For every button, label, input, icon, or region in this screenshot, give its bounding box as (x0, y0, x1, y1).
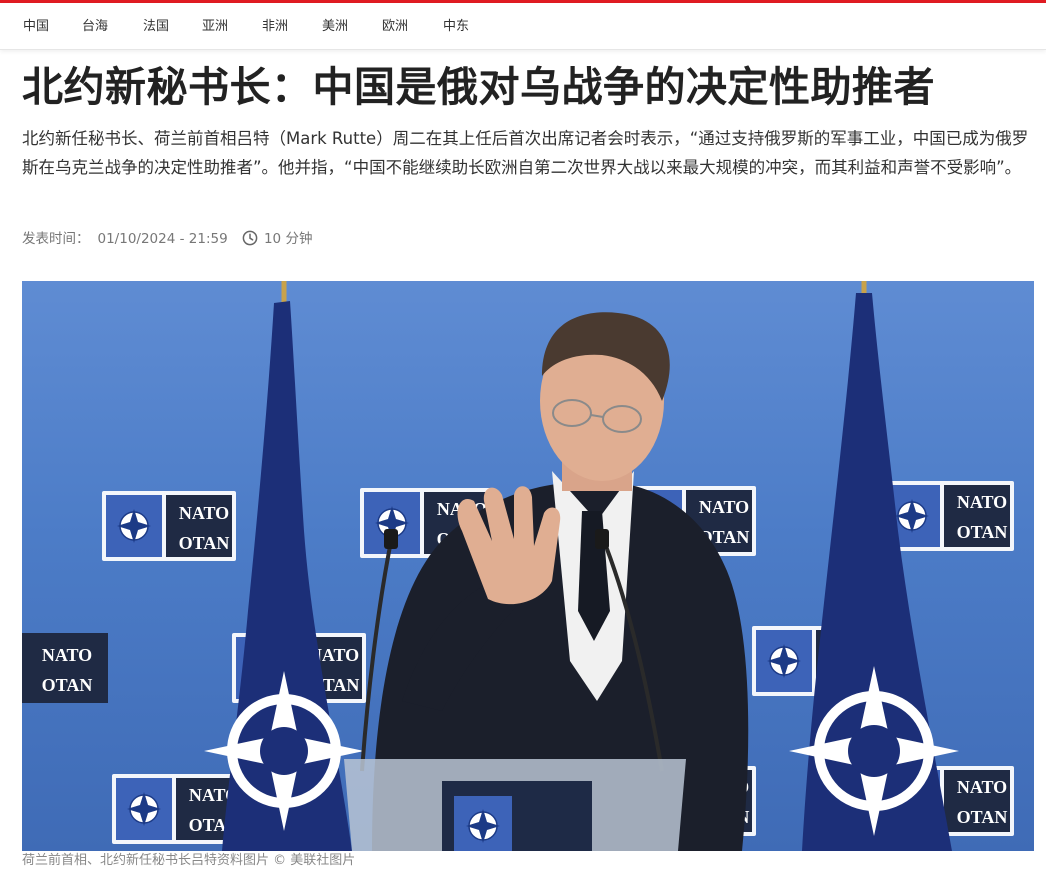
podium (344, 759, 686, 851)
published-time: 01/10/2024 - 21:59 (97, 231, 228, 247)
nav-item-asia[interactable]: 亚洲 (202, 18, 228, 36)
article-headline: 北约新秘书长：中国是俄对乌战争的决定性助推者 (22, 63, 935, 111)
article-meta: 发表时间： 01/10/2024 - 21:59 10 分钟 (22, 229, 312, 249)
nato-flag-right (789, 281, 959, 851)
svg-text:OTAN: OTAN (42, 675, 93, 695)
svg-text:NATO: NATO (957, 492, 1007, 512)
svg-text:NATO: NATO (179, 503, 229, 523)
svg-text:NATO: NATO (42, 645, 92, 665)
nav-item-china[interactable]: 中国 (23, 18, 49, 36)
svg-text:NATO: NATO (699, 497, 749, 517)
svg-text:OTAN: OTAN (957, 807, 1008, 827)
nato-sign: NATO OTAN (880, 481, 1014, 551)
article-photo: NATO OTAN NATO OTAN NATO OTAN NATO OTAN … (22, 281, 1034, 851)
article-lede: 北约新任秘书长、荷兰前首相吕特（Mark Rutte）周二在其上任后首次出席记者… (22, 129, 1029, 177)
svg-text:OTAN: OTAN (957, 522, 1008, 542)
nato-sign: NATO OTAN (102, 491, 236, 561)
nav-item-taiwan-strait[interactable]: 台海 (82, 18, 108, 36)
nav-item-africa[interactable]: 非洲 (262, 18, 288, 36)
photo-caption: 荷兰前首相、北约新任秘书长吕特资料图片 © 美联社图片 (22, 853, 356, 868)
nato-flag-left (204, 281, 364, 851)
published-label: 发表时间： (22, 231, 90, 247)
nav-item-europe[interactable]: 欧洲 (382, 18, 408, 36)
clock-icon (242, 230, 258, 246)
nato-sign: NATO OTAN (22, 633, 108, 703)
svg-text:OTAN: OTAN (179, 533, 230, 553)
nav-item-middle-east[interactable]: 中东 (443, 18, 469, 36)
read-time: 10 分钟 (263, 231, 313, 247)
nav-item-americas[interactable]: 美洲 (322, 18, 348, 36)
svg-text:NATO: NATO (957, 777, 1007, 797)
region-nav: 中国 台海 法国 亚洲 非洲 美洲 欧洲 中东 (0, 3, 1046, 50)
nav-item-france[interactable]: 法国 (143, 18, 169, 36)
